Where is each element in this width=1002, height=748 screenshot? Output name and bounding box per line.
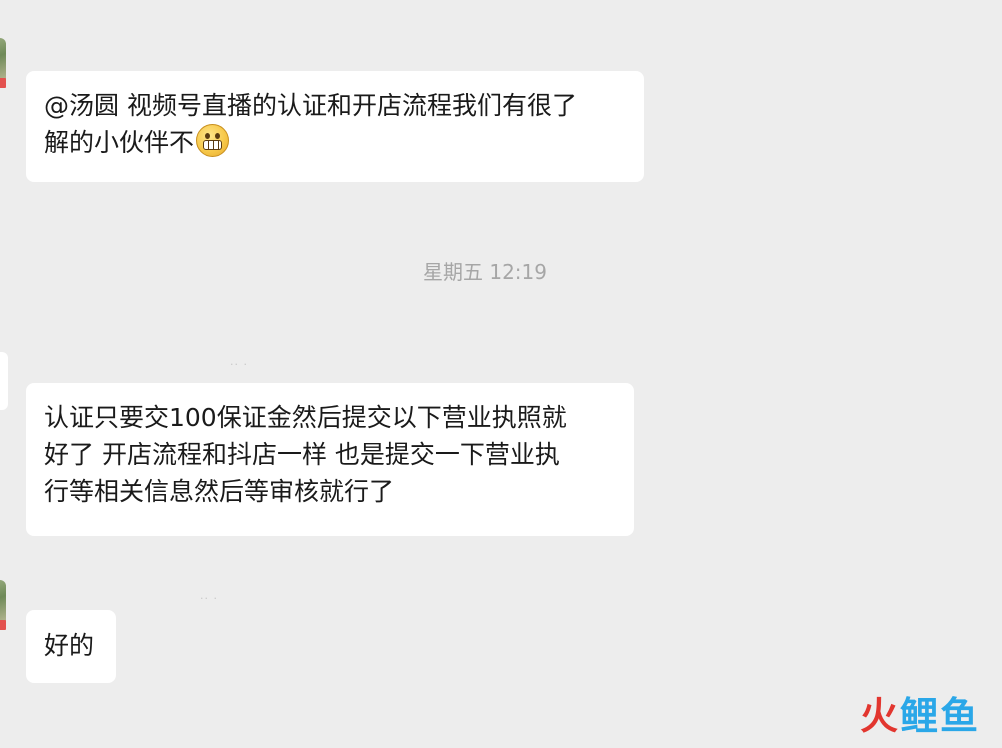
watermark-logo: 火鲤鱼 — [860, 685, 980, 740]
message-text-line: 认证只要交100保证金然后提交以下营业执照就 — [44, 403, 567, 432]
sender-avatar[interactable] — [0, 38, 6, 88]
message-text-line: @汤圆 视频号直播的认证和开店流程我们有很了 — [44, 91, 577, 120]
watermark-char: 火 — [859, 694, 900, 738]
sender-name-obscured: ·· · — [230, 358, 248, 371]
chat-screen: @汤圆 视频号直播的认证和开店流程我们有很了 解的小伙伴不 星期五 12:19 … — [0, 0, 1002, 748]
avatar-badge — [0, 78, 6, 88]
message-bubble[interactable]: 认证只要交100保证金然后提交以下营业执照就 好了 开店流程和抖店一样 也是提交… — [26, 383, 634, 536]
message-text: 好的 — [44, 631, 95, 660]
message-text-line: 解的小伙伴不 — [44, 124, 626, 161]
message-text-line: 行等相关信息然后等审核就行了 — [44, 477, 395, 506]
message-bubble[interactable]: @汤圆 视频号直播的认证和开店流程我们有很了 解的小伙伴不 — [26, 71, 644, 182]
message-timestamp: 星期五 12:19 — [423, 260, 547, 284]
avatar-badge — [0, 620, 6, 630]
message-bubble[interactable]: 好的 — [26, 610, 116, 683]
grimacing-face-icon — [196, 124, 230, 157]
sender-name-obscured: ·· · — [200, 592, 218, 605]
sender-avatar[interactable] — [0, 580, 6, 630]
watermark-char: 鱼 — [939, 694, 980, 738]
sender-avatar[interactable] — [0, 352, 8, 410]
message-text-line: 好了 开店流程和抖店一样 也是提交一下营业执 — [44, 440, 560, 469]
watermark-char: 鲤 — [899, 694, 940, 738]
